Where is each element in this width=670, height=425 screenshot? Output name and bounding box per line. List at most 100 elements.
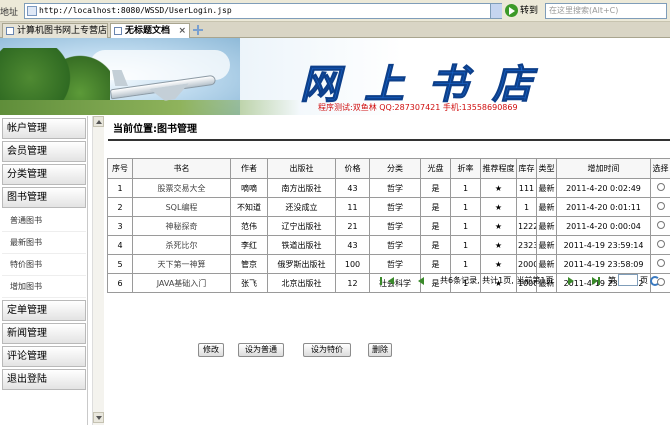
cell-select [650, 197, 670, 217]
cell-discount: 1 [450, 178, 481, 198]
address-dropdown-button[interactable] [490, 4, 502, 18]
tab-label: 计算机图书网上专营店 [17, 26, 108, 36]
cell-category: 哲学 [369, 216, 421, 236]
cell-added-time: 2011-4-20 0:00:04 [556, 216, 651, 236]
select-radio[interactable] [656, 183, 665, 191]
sidebar-item-news[interactable]: 新闻管理 [2, 323, 86, 344]
cell-index: 4 [107, 235, 133, 255]
banner-contact: 程序测试:双鱼林 QQ:287307421 手机:13558690869 [318, 103, 518, 112]
tab-untitled[interactable]: 无标题文档 × [110, 23, 190, 38]
star-icon: ★ [480, 197, 517, 217]
header-discount: 折率 [450, 158, 481, 179]
page-icon [27, 6, 37, 16]
address-input[interactable]: http://localhost:8080/WSSD/UserLogin.jsp [24, 3, 502, 19]
tab-page-icon [6, 27, 14, 35]
goto-prefix: 第 [608, 276, 616, 285]
header-select: 选择 [650, 158, 670, 179]
select-radio[interactable] [656, 259, 665, 267]
star-icon: ★ [480, 254, 517, 274]
next-page-icon[interactable] [568, 277, 574, 285]
cell-cd: 是 [420, 197, 451, 217]
sidebar: 帐户管理 会员管理 分类管理 图书管理 普通图书 最新图书 特价图书 增加图书 … [0, 116, 88, 425]
sidebar-item-books[interactable]: 图书管理 [2, 187, 86, 208]
cell-discount: 1 [450, 254, 481, 274]
sidebar-item-categories[interactable]: 分类管理 [2, 164, 86, 185]
cell-publisher: 还没成立 [267, 197, 336, 217]
cell-discount: 1 [450, 235, 481, 255]
books-table: 序号 书名 作者 出版社 价格 分类 光盘 折率 推荐程度 库存 类型 增加时间… [107, 158, 670, 293]
scroll-up-icon[interactable] [93, 116, 104, 127]
cell-stock: 1222 [516, 216, 537, 236]
delete-button[interactable]: 删除 [368, 343, 392, 357]
cell-title: 杀死比尔 [132, 235, 231, 255]
star-icon: ★ [480, 235, 517, 255]
sidebar-item-comments[interactable]: 评论管理 [2, 346, 86, 367]
sidebar-item-members[interactable]: 会员管理 [2, 141, 86, 162]
set-normal-button[interactable]: 设为普通 [238, 343, 284, 357]
cell-price: 100 [335, 254, 370, 274]
cell-type: 最新 [536, 254, 557, 274]
cell-cd: 是 [420, 235, 451, 255]
cell-price: 21 [335, 216, 370, 236]
address-label: 地址 [0, 8, 19, 18]
table-row: 4 杀死比尔 李红 铁道出版社 43 哲学 是 1 ★ 23232 最新 201… [107, 235, 670, 255]
goto-refresh-icon[interactable] [650, 276, 660, 286]
sidebar-sub-new-books[interactable]: 最新图书 [2, 232, 86, 254]
sidebar-item-account[interactable]: 帐户管理 [2, 118, 86, 139]
select-radio[interactable] [656, 202, 665, 210]
tab-bookstore[interactable]: 计算机图书网上专营店 [2, 23, 108, 38]
cell-price: 43 [335, 235, 370, 255]
cell-select [650, 178, 670, 198]
cell-stock: 111 [516, 178, 537, 198]
cell-author: 嘀嘀 [230, 178, 268, 198]
cell-publisher: 俄罗斯出版社 [267, 254, 336, 274]
sidebar-item-logout[interactable]: 退出登陆 [2, 369, 86, 390]
browser-search-input[interactable]: 在这里搜索(Alt+C) [545, 3, 667, 19]
scroll-down-icon[interactable] [93, 412, 104, 423]
cell-category: 哲学 [369, 235, 421, 255]
goto-page-input[interactable] [618, 274, 638, 286]
star-icon: ★ [480, 178, 517, 198]
cell-discount: 1 [450, 197, 481, 217]
cell-type: 最新 [536, 178, 557, 198]
set-special-button[interactable]: 设为特价 [303, 343, 351, 357]
header-category: 分类 [369, 158, 421, 179]
cell-category: 哲学 [369, 197, 421, 217]
last-page-icon[interactable] [592, 277, 600, 285]
sidebar-sub-normal-books[interactable]: 普通图书 [2, 210, 86, 232]
cell-index: 6 [107, 273, 133, 293]
pagination: 共6条记录, 共计1页, 当前第1页 第 页 [380, 274, 670, 288]
breadcrumb-divider [108, 139, 670, 141]
table-row: 1 股票交易大全 嘀嘀 南方出版社 43 哲学 是 1 ★ 111 最新 201… [107, 178, 670, 198]
table-row: 3 神秘探奇 范伟 辽宁出版社 21 哲学 是 1 ★ 1222 最新 2011… [107, 216, 670, 236]
first-page-icon[interactable] [380, 277, 394, 285]
cell-added-time: 2011-4-20 0:01:11 [556, 197, 651, 217]
cell-title: SQL编程 [132, 197, 231, 217]
cell-cd: 是 [420, 178, 451, 198]
tab-strip: 计算机图书网上专营店 无标题文档 × [0, 22, 670, 38]
cell-type: 最新 [536, 197, 557, 217]
sidebar-sub-add-book[interactable]: 增加图书 [2, 276, 86, 298]
cell-cd: 是 [420, 254, 451, 274]
prev-page-icon[interactable] [418, 277, 424, 285]
tab-close-icon[interactable]: × [178, 24, 186, 38]
cell-publisher: 辽宁出版社 [267, 216, 336, 236]
cell-stock: 2000 [516, 254, 537, 274]
new-tab-icon[interactable] [192, 24, 204, 36]
site-banner: 网上书店 程序测试:双鱼林 QQ:287307421 手机:1355869086… [0, 38, 670, 115]
cell-author: 李红 [230, 235, 268, 255]
select-radio[interactable] [656, 221, 665, 229]
cell-title: 天下第一神算 [132, 254, 231, 274]
select-radio[interactable] [656, 240, 665, 248]
header-author: 作者 [230, 158, 268, 179]
edit-button[interactable]: 修改 [198, 343, 224, 357]
address-url: http://localhost:8080/WSSD/UserLogin.jsp [39, 6, 232, 15]
sidebar-item-orders[interactable]: 定单管理 [2, 300, 86, 321]
cell-discount: 1 [450, 216, 481, 236]
tab-label: 无标题文档 [125, 26, 171, 36]
cell-added-time: 2011-4-19 23:58:09 [556, 254, 651, 274]
cell-publisher: 南方出版社 [267, 178, 336, 198]
vertical-scrollbar[interactable] [92, 116, 104, 425]
go-button[interactable]: 转到 [505, 3, 543, 19]
sidebar-sub-special-books[interactable]: 特价图书 [2, 254, 86, 276]
